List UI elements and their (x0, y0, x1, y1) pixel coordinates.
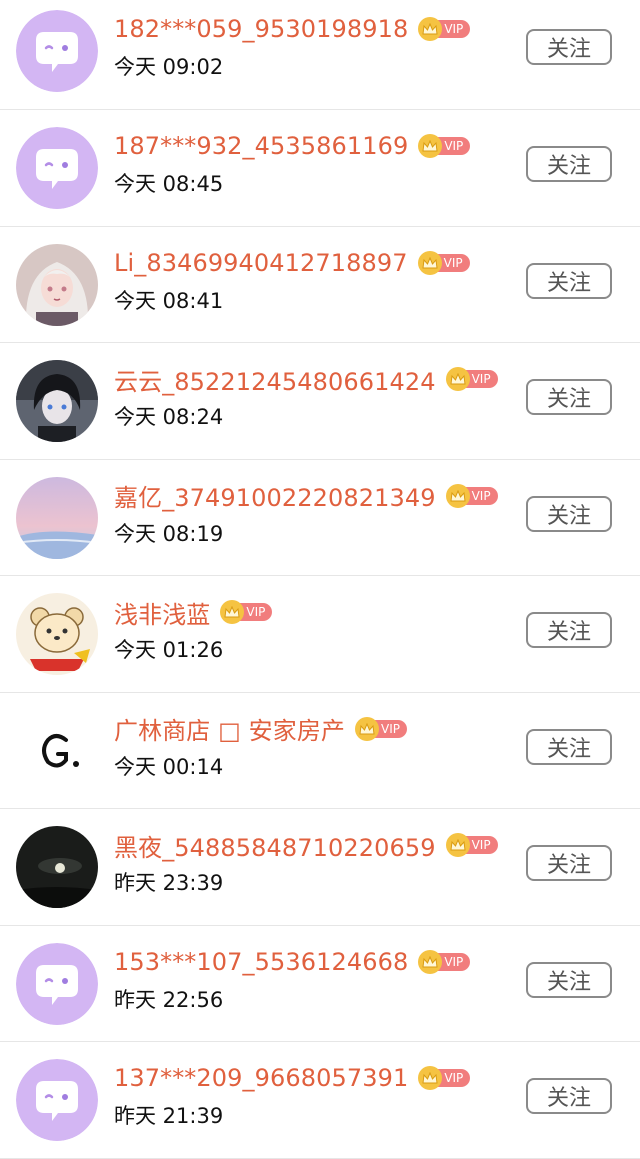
name-line: 153***107_5536124668 VIP (114, 945, 471, 979)
default-chat-avatar[interactable] (16, 10, 98, 92)
default-chat-avatar[interactable] (16, 942, 98, 1025)
follow-button[interactable]: 关注 (526, 379, 612, 415)
timestamp: 昨天 22:56 (114, 987, 224, 1012)
list-item-content: 187***932_4535861169 VIP 今天 08:45 关注 (0, 110, 640, 226)
follow-button[interactable]: 关注 (526, 961, 612, 998)
username[interactable]: 137***209_9668057391 (114, 1064, 408, 1092)
crown-icon (445, 367, 470, 391)
list-item[interactable]: 187***932_4535861169 VIP 今天 08:45 关注 (0, 110, 640, 227)
list-item-content: 嘉亿_37491002220821349 VIP 今天 08:19 关注 (0, 460, 640, 576)
name-line: 浅非浅蓝 VIP (114, 595, 273, 630)
follow-button[interactable]: 关注 (526, 495, 612, 532)
list-item-content: 广林商店 □ 安家房产 VIP 今天 00:14 关注 (0, 693, 640, 809)
vip-badge: VIP (418, 949, 471, 974)
username[interactable]: Li_83469940412718897 (114, 249, 408, 277)
night-sky-avatar[interactable] (16, 826, 98, 908)
follower-list: 182***059_9530198918 VIP 今天 09:02 关注 187***9… (0, 0, 640, 1159)
username[interactable]: 浅非浅蓝 (114, 595, 210, 630)
name-line: 云云_85221245480661424 VIP (114, 362, 498, 396)
list-item[interactable]: 广林商店 □ 安家房产 VIP 今天 00:14 关注 (0, 692, 640, 809)
username[interactable]: 187***932_4535861169 (114, 132, 408, 160)
timestamp: 今天 08:24 (114, 405, 224, 429)
anime-girl-avatar[interactable] (16, 243, 98, 326)
timestamp: 今天 00:14 (114, 754, 224, 779)
list-item-content: 云云_85221245480661424 VIP 今天 08:24 关注 (0, 343, 640, 459)
crown-icon (417, 250, 442, 275)
vip-badge: VIP (418, 134, 471, 158)
list-item[interactable]: 137***209_9668057391 VIP 昨天 21:39 关注 (0, 1042, 640, 1159)
name-line: 182***059_9530198918 VIP (114, 12, 471, 46)
list-item[interactable]: 嘉亿_37491002220821349 VIP 今天 08:19 关注 (0, 459, 640, 576)
list-item-content: 153***107_5536124668 VIP 昨天 22:56 关注 (0, 926, 640, 1042)
name-line: 187***932_4535861169 VIP (114, 129, 471, 163)
vip-badge: VIP (418, 1066, 471, 1090)
list-item[interactable]: 182***059_9530198918 VIP 今天 09:02 关注 (0, 0, 640, 110)
bear-cartoon-avatar[interactable] (16, 593, 98, 675)
list-item-content: 浅非浅蓝 VIP 今天 01:26 关注 (0, 576, 640, 692)
list-item[interactable]: 黑夜_54885848710220659 VIP 昨天 23:39 关注 (0, 809, 640, 926)
default-chat-avatar[interactable] (16, 1059, 98, 1141)
username[interactable]: 广林商店 □ 安家房产 (114, 711, 345, 746)
name-line: Li_83469940412718897 VIP (114, 246, 470, 280)
username[interactable]: 153***107_5536124668 (114, 948, 408, 976)
list-item-content: 182***059_9530198918 VIP 今天 09:02 关注 (0, 0, 640, 109)
list-item[interactable]: Li_83469940412718897 VIP 今天 08:41 关注 (0, 226, 640, 343)
vip-badge: VIP (418, 17, 471, 41)
list-item-content: 137***209_9668057391 VIP 昨天 21:39 关注 (0, 1042, 640, 1158)
follow-button[interactable]: 关注 (526, 845, 612, 881)
crown-icon (355, 716, 380, 741)
vip-badge: VIP (445, 483, 498, 508)
vip-badge: VIP (445, 833, 498, 857)
list-item-content: Li_83469940412718897 VIP 今天 08:41 关注 (0, 227, 640, 343)
crown-icon (445, 483, 470, 508)
name-line: 黑夜_54885848710220659 VIP (114, 828, 498, 862)
name-line: 广林商店 □ 安家房产 VIP (114, 711, 408, 746)
vip-badge: VIP (220, 600, 273, 624)
follow-button[interactable]: 关注 (526, 262, 612, 299)
name-line: 嘉亿_37491002220821349 VIP (114, 479, 498, 513)
timestamp: 今天 08:19 (114, 521, 224, 546)
list-item[interactable]: 云云_85221245480661424 VIP 今天 08:24 关注 (0, 343, 640, 460)
dark-hair-anime-avatar[interactable] (16, 360, 98, 442)
username[interactable]: 嘉亿_37491002220821349 (114, 478, 436, 513)
timestamp: 今天 08:45 (114, 172, 224, 196)
vip-badge: VIP (445, 367, 498, 391)
username[interactable]: 182***059_9530198918 (114, 15, 408, 43)
crown-icon (445, 833, 470, 857)
name-line: 137***209_9668057391 VIP (114, 1061, 471, 1095)
list-item[interactable]: 浅非浅蓝 VIP 今天 01:26 关注 (0, 576, 640, 693)
letter-g-avatar[interactable] (16, 709, 98, 792)
pink-sky-avatar[interactable] (16, 476, 98, 559)
username[interactable]: 黑夜_54885848710220659 (114, 828, 436, 863)
timestamp: 今天 09:02 (114, 55, 224, 79)
follow-button[interactable]: 关注 (526, 728, 612, 765)
crown-icon (418, 949, 443, 974)
timestamp: 今天 01:26 (114, 638, 224, 662)
timestamp: 昨天 21:39 (114, 1104, 224, 1128)
list-item[interactable]: 153***107_5536124668 VIP 昨天 22:56 关注 (0, 925, 640, 1042)
follow-button[interactable]: 关注 (526, 1078, 612, 1114)
follow-button[interactable]: 关注 (526, 146, 612, 182)
vip-badge: VIP (355, 716, 408, 741)
list-item-content: 黑夜_54885848710220659 VIP 昨天 23:39 关注 (0, 809, 640, 925)
follow-button[interactable]: 关注 (526, 612, 612, 648)
follow-button[interactable]: 关注 (526, 29, 612, 65)
default-chat-avatar[interactable] (16, 127, 98, 209)
username[interactable]: 云云_85221245480661424 (114, 362, 436, 397)
timestamp: 今天 08:41 (114, 288, 224, 313)
vip-badge: VIP (417, 250, 470, 275)
timestamp: 昨天 23:39 (114, 871, 224, 895)
